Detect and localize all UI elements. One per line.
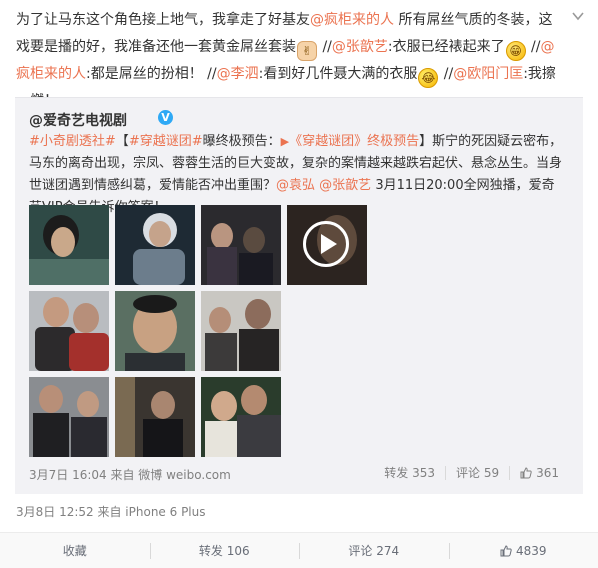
thumbs-up-icon [500,544,512,556]
mention-link[interactable]: @张歆艺 [319,178,371,193]
video-link[interactable]: 《穿越谜团》终极预告 [289,134,419,149]
text-span: 【 [115,134,129,149]
verified-badge-icon: V [158,110,173,125]
laugh-icon: 😂 [418,68,439,88]
comment-label: 评论 274 [348,543,400,558]
reposted-card: @爱奇艺电视剧 V #小奇剧透社#【#穿越谜团#曝终极预告：▶《穿越谜团》终极预… [15,97,583,494]
thumb-man-portrait[interactable] [115,291,195,371]
hashtag-link[interactable]: #小奇剧透社# [29,134,116,149]
repost-comment-label: 评论 59 [456,466,500,480]
chevron-down-icon[interactable] [572,10,584,22]
thumb-woman-green[interactable] [29,205,109,285]
text-span: :都是屌丝的扮相！ // [86,66,217,82]
play-icon[interactable] [303,221,349,267]
video-icon: ▶ [280,135,290,148]
thumb-men-pointing[interactable] [29,377,109,457]
repost-like-count: 361 [536,465,559,480]
text-span: // [526,39,541,55]
thumb-man-sweater[interactable] [29,291,109,371]
repost-forward-button[interactable]: 转发 353 [374,464,445,481]
text-span: // [439,66,454,82]
text-span: 曝终极预告： [202,134,281,149]
favorite-button[interactable]: 收藏 [0,533,150,568]
thumb-couple-hug[interactable] [201,377,281,457]
weibo-post: 为了让马东这个角色接上地气，我拿走了好基友@疯柜来的人 所有屌丝气质的冬装，这戏… [0,0,598,568]
repost-timestamp[interactable]: 3月7日 16:04 来自 微博 weibo.com [29,466,231,483]
thumb-video-play[interactable] [287,205,367,285]
thumb-man-corridor[interactable] [115,377,195,457]
forward-button[interactable]: 转发 106 [149,533,300,568]
mention-link[interactable]: @张歆艺 [332,39,388,55]
text-span: :衣服已经裱起来了 [387,39,505,55]
forward-label: 转发 106 [198,543,250,558]
thumb-two-men[interactable] [201,291,281,371]
repost-forward-label: 转发 353 [384,466,435,480]
like-button[interactable]: 4839 [448,533,598,568]
mention-link[interactable]: @欧阳门匡 [453,66,523,82]
post-timestamp[interactable]: 3月8日 12:52 来自 iPhone 6 Plus [16,503,206,520]
post-toolbar: 收藏 转发 106 评论 274 4839 [0,532,598,568]
mention-link[interactable]: @李泗 [217,66,259,82]
hashtag-link[interactable]: #穿越谜团# [129,134,203,149]
like-count: 4839 [515,543,547,558]
mention-link[interactable]: @疯柜来的人 [310,12,394,28]
mention-link[interactable]: @袁弘 [276,178,315,193]
favorite-label: 收藏 [62,543,87,558]
repost-like-button[interactable]: 361 [510,466,569,480]
repost-comment-button[interactable]: 评论 59 [446,464,509,481]
victory-hand-icon: ✌ [297,41,317,61]
text-span: :看到好几件聂大满的衣服 [258,66,418,82]
text-span: 为了让马东这个角色接上地气，我拿走了好基友 [16,12,310,28]
comment-button[interactable]: 评论 274 [299,533,449,568]
repost-actions: 转发 353 评论 59 361 [374,464,569,481]
grin-icon: 😁 [505,41,526,61]
thumbs-up-icon [520,466,532,478]
text-span: // [318,39,332,55]
thumb-couple-stairs[interactable] [201,205,281,285]
thumb-woman-night[interactable] [115,205,195,285]
repost-author-link[interactable]: @爱奇艺电视剧 [29,110,127,130]
